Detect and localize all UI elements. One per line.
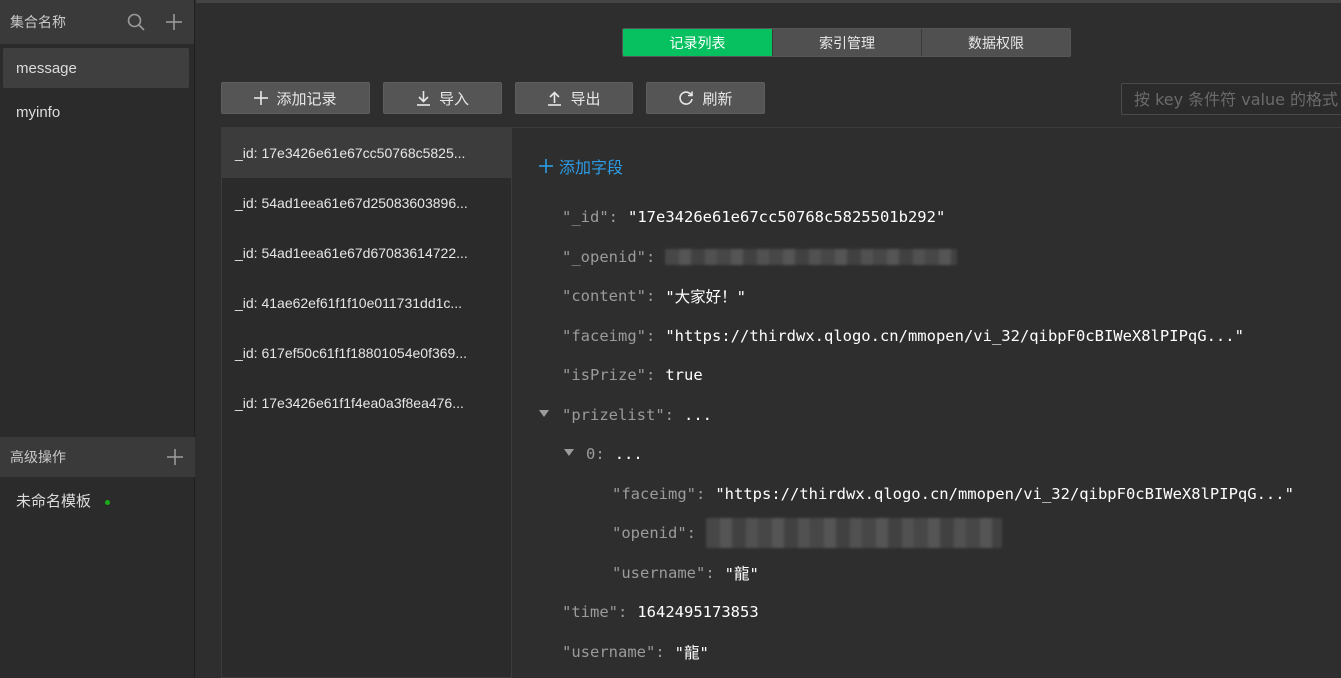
field-key: "username" bbox=[562, 643, 656, 661]
record-detail: 添加字段 "_id": "17e3426e61e67cc50768c582550… bbox=[511, 127, 1341, 678]
export-button[interactable]: 导出 bbox=[515, 82, 633, 114]
tab-data-permissions[interactable]: 数据权限 bbox=[921, 29, 1070, 56]
field-key: "_id" bbox=[562, 208, 609, 226]
top-divider bbox=[196, 0, 1341, 3]
add-field-label: 添加字段 bbox=[559, 160, 624, 177]
refresh-label: 刷新 bbox=[702, 90, 733, 108]
field-value[interactable]: "大家好！" bbox=[665, 285, 746, 307]
collections-header: 集合名称 bbox=[0, 0, 194, 44]
export-label: 导出 bbox=[570, 90, 601, 108]
unsaved-dot-icon bbox=[105, 499, 111, 505]
field-row-prize-username[interactable]: "username": "龍" bbox=[612, 562, 759, 584]
field-key: 0 bbox=[586, 445, 596, 463]
add-field-button[interactable]: 添加字段 bbox=[539, 154, 623, 178]
field-row-isprize[interactable]: "isPrize": true bbox=[562, 364, 703, 386]
collapse-item0-icon[interactable] bbox=[564, 449, 574, 456]
upload-icon bbox=[548, 90, 562, 106]
collections-title: 集合名称 bbox=[10, 14, 66, 30]
filter-input[interactable] bbox=[1121, 83, 1341, 115]
record-item[interactable]: _id: 17e3426e61f1f4ea0a3f8ea476... bbox=[222, 378, 511, 428]
advanced-section: 高级操作 未命名模板 bbox=[0, 437, 195, 523]
field-row-content[interactable]: "content": "大家好！" bbox=[562, 285, 746, 307]
redacted-value bbox=[665, 249, 958, 265]
collections-sidebar: 集合名称 message myinfo 高级操作 未命名模板 bbox=[0, 0, 195, 678]
field-key: "openid" bbox=[612, 524, 687, 542]
tab-index-management[interactable]: 索引管理 bbox=[772, 29, 921, 56]
advanced-title: 高级操作 bbox=[10, 449, 66, 465]
record-item[interactable]: _id: 617ef50c61f1f18801054e0f369... bbox=[222, 328, 511, 378]
main-panel: 记录列表 索引管理 数据权限 添加记录 导入 导出 刷新 _id: 17e342… bbox=[196, 0, 1341, 678]
field-value[interactable]: 1642495173853 bbox=[637, 603, 758, 621]
field-value: ... bbox=[614, 445, 643, 463]
toolbar: 添加记录 导入 导出 刷新 bbox=[221, 82, 778, 114]
field-key: "faceimg" bbox=[562, 327, 646, 345]
field-key: "faceimg" bbox=[612, 485, 696, 503]
field-row-prizelist[interactable]: "prizelist": ... bbox=[562, 404, 712, 426]
redacted-value bbox=[706, 518, 1002, 548]
field-row-id[interactable]: "_id": "17e3426e61e67cc50768c5825501b292… bbox=[562, 206, 945, 228]
import-button[interactable]: 导入 bbox=[383, 82, 502, 114]
collection-item-message[interactable]: message bbox=[3, 48, 189, 88]
field-row-openid[interactable]: "_openid": bbox=[562, 246, 958, 268]
advanced-header: 高级操作 bbox=[0, 437, 195, 477]
field-key: "content" bbox=[562, 287, 646, 305]
plus-icon bbox=[539, 159, 553, 173]
field-key: "_openid" bbox=[562, 248, 646, 266]
add-collection-icon[interactable] bbox=[164, 12, 184, 32]
field-row-faceimg[interactable]: "faceimg": "https://thirdwx.qlogo.cn/mmo… bbox=[562, 325, 1244, 347]
collection-item-myinfo[interactable]: myinfo bbox=[3, 92, 189, 132]
record-list: _id: 17e3426e61e67cc50768c5825... _id: 5… bbox=[221, 127, 511, 678]
field-value[interactable]: "龍" bbox=[675, 641, 709, 663]
add-record-label: 添加记录 bbox=[276, 90, 337, 108]
field-value[interactable]: "17e3426e61e67cc50768c5825501b292" bbox=[628, 208, 945, 226]
download-icon bbox=[416, 90, 430, 106]
refresh-button[interactable]: 刷新 bbox=[646, 82, 765, 114]
record-item[interactable]: _id: 54ad1eea61e67d25083603896... bbox=[222, 178, 511, 228]
tab-record-list[interactable]: 记录列表 bbox=[623, 29, 772, 56]
add-template-icon[interactable] bbox=[165, 447, 185, 467]
field-key: "username" bbox=[612, 564, 706, 582]
search-icon[interactable] bbox=[126, 12, 146, 32]
field-row-prizelist-0[interactable]: 0: ... bbox=[586, 443, 643, 465]
field-value[interactable]: true bbox=[665, 366, 702, 384]
field-row-username[interactable]: "username": "龍" bbox=[562, 641, 709, 663]
template-label: 未命名模板 bbox=[16, 492, 92, 510]
field-key: "prizelist" bbox=[562, 406, 665, 424]
field-value[interactable]: "龍" bbox=[725, 562, 759, 584]
field-value: ... bbox=[684, 406, 712, 424]
field-value[interactable]: "https://thirdwx.qlogo.cn/mmopen/vi_32/q… bbox=[665, 327, 1244, 345]
field-row-prize-faceimg[interactable]: "faceimg": "https://thirdwx.qlogo.cn/mmo… bbox=[612, 483, 1294, 505]
add-record-button[interactable]: 添加记录 bbox=[221, 82, 370, 114]
import-label: 导入 bbox=[438, 90, 469, 108]
record-item[interactable]: _id: 41ae62ef61f1f10e011731dd1c... bbox=[222, 278, 511, 328]
plus-icon bbox=[254, 91, 269, 105]
record-item[interactable]: _id: 54ad1eea61e67d67083614722... bbox=[222, 228, 511, 278]
record-item[interactable]: _id: 17e3426e61e67cc50768c5825... bbox=[222, 128, 511, 178]
field-row-prize-openid[interactable]: "openid": bbox=[612, 518, 1002, 548]
template-item[interactable]: 未命名模板 bbox=[0, 477, 195, 523]
refresh-icon bbox=[679, 91, 694, 105]
field-key: "time" bbox=[562, 603, 618, 621]
field-value[interactable]: "https://thirdwx.qlogo.cn/mmopen/vi_32/q… bbox=[715, 485, 1294, 503]
field-row-time[interactable]: "time": 1642495173853 bbox=[562, 601, 759, 623]
collapse-prizelist-icon[interactable] bbox=[539, 410, 549, 417]
field-key: "isPrize" bbox=[562, 366, 646, 384]
view-tabs: 记录列表 索引管理 数据权限 bbox=[622, 28, 1071, 57]
